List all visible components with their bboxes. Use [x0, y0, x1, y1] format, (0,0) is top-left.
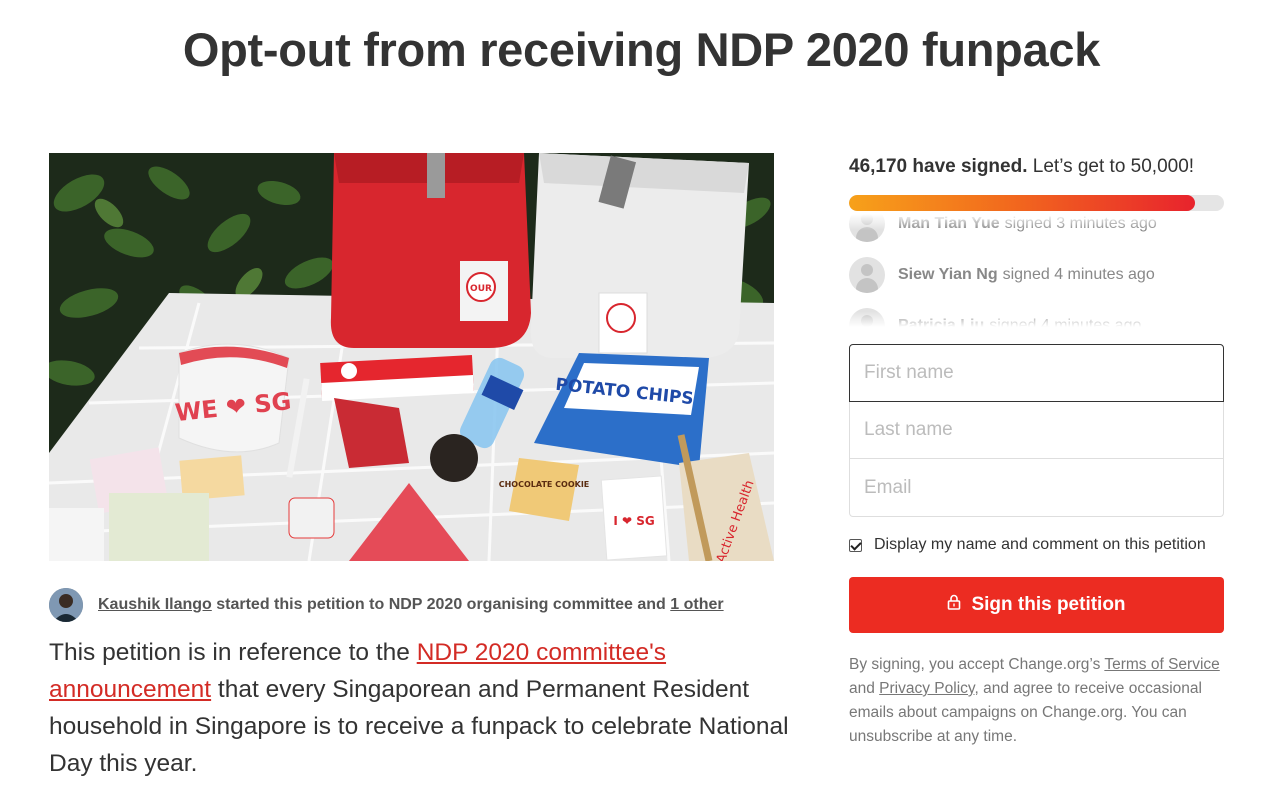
petition-starter: Kaushik Ilango started this petition to …	[49, 586, 724, 624]
bag-logo-text: OUR	[470, 284, 492, 294]
last-name-field[interactable]	[849, 402, 1224, 459]
lock-icon	[947, 594, 961, 616]
sign-petition-button[interactable]: Sign this petition	[849, 577, 1224, 633]
sign-petition-form	[849, 344, 1224, 517]
goal-text: Let’s get to 50,000!	[1032, 156, 1195, 177]
email-field[interactable]	[849, 459, 1224, 517]
signature-progress-bar	[849, 195, 1224, 211]
progress-fill	[849, 195, 1196, 211]
cookie-text: CHOCOLATE COOKIE	[499, 480, 590, 489]
display-name-option[interactable]: Display my name and comment on this peti…	[849, 536, 1206, 554]
page-title: Opt-out from receiving NDP 2020 funpack	[182, 23, 1101, 76]
user-avatar-icon	[849, 257, 885, 293]
legal-notice: By signing, you accept Change.org’s Term…	[849, 656, 1220, 745]
list-item: Siew Yian Ng signed 4 minutes ago	[849, 257, 1155, 293]
card-text: I ❤ SG	[613, 514, 654, 528]
signature-count: 46,170 have signed. Let’s get to 50,000!	[849, 156, 1194, 178]
first-name-field[interactable]	[849, 344, 1224, 402]
display-name-checkbox[interactable]	[849, 538, 862, 552]
starter-text: started this petition to NDP 2020 organi…	[216, 596, 666, 613]
sign-petition-label: Sign this petition	[971, 594, 1126, 615]
signed-count: 46,170 have signed.	[849, 156, 1028, 177]
petition-hero-image: OUR WE ❤ SG POTATO CHIPS CHOCOLATE COOKI…	[49, 153, 774, 561]
user-avatar-icon	[849, 214, 885, 242]
display-name-label: Display my name and comment on this peti…	[874, 536, 1206, 553]
privacy-policy-link[interactable]: Privacy Policy	[879, 680, 974, 697]
petition-description: This petition is in reference to the NDP…	[49, 634, 789, 782]
list-item: Man Tian Yue signed 3 minutes ago	[849, 214, 1157, 242]
description-prefix: This petition is in reference to the	[49, 639, 417, 666]
list-item: Patricia Liu signed 4 minutes ago	[849, 308, 1141, 327]
starter-name-link[interactable]: Kaushik Ilango	[98, 596, 212, 614]
other-starter-link[interactable]: 1 other	[670, 596, 723, 614]
recent-signers-list: Man Tian Yue signed 3 minutes ago Siew Y…	[849, 214, 1224, 327]
starter-avatar	[49, 588, 83, 622]
user-avatar-icon	[849, 308, 885, 327]
terms-of-service-link[interactable]: Terms of Service	[1104, 656, 1219, 673]
